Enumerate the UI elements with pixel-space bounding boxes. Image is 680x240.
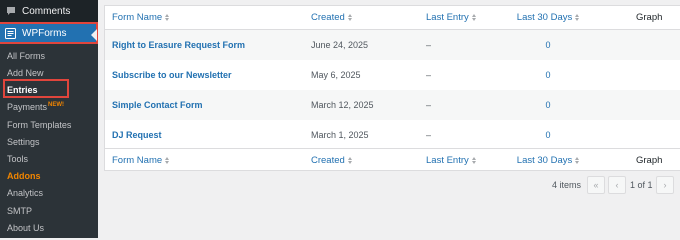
column-header-label: Last Entry: [426, 12, 469, 23]
created-date: May 6, 2025: [311, 70, 361, 80]
form-name-link[interactable]: Subscribe to our Newsletter: [112, 60, 232, 90]
column-header-label: Form Name: [112, 12, 163, 23]
column-header-graph: Graph: [636, 12, 663, 23]
table-row: Subscribe to our Newsletter May 6, 2025 …: [105, 60, 680, 90]
last-entry: –: [426, 40, 432, 50]
submenu-smtp[interactable]: SMTP: [7, 204, 32, 218]
last-30-days-count[interactable]: 0: [521, 60, 575, 90]
table-row: Right to Erasure Request Form June 24, 2…: [105, 30, 680, 60]
column-footer-last-entry[interactable]: Last Entry: [426, 149, 476, 171]
column-footer-label: Last 30 Days: [516, 154, 573, 166]
last-30-days-count[interactable]: 0: [521, 120, 575, 150]
table-row: DJ Request March 1, 2025 – 0: [105, 120, 680, 150]
column-footer-graph: Graph: [636, 154, 663, 166]
table-footer-row: Form Name Created Last Entry Last 30 Day…: [105, 148, 680, 171]
page-indicator: 1 of 1: [630, 180, 653, 190]
sort-icon: [471, 156, 476, 164]
new-badge: NEW!: [48, 102, 65, 108]
sort-icon: [575, 14, 580, 21]
last-30-days-count[interactable]: 0: [521, 30, 575, 60]
pagination: 4 items « ‹ 1 of 1 ›: [0, 176, 680, 196]
created-date: March 12, 2025: [311, 100, 374, 110]
last-30-days-count[interactable]: 0: [521, 90, 575, 120]
created-date: March 1, 2025: [311, 130, 369, 140]
column-footer-last-30-days[interactable]: Last 30 Days: [517, 149, 580, 171]
table-header-row: Form Name Created Last Entry Last 30 Day…: [105, 6, 680, 30]
admin-sidebar: Comments WPForms All Forms Add New Entri…: [0, 0, 98, 238]
last-entry: –: [426, 130, 432, 140]
sort-icon: [575, 156, 580, 164]
last-entry: –: [426, 100, 432, 110]
form-name-link[interactable]: Right to Erasure Request Form: [112, 30, 245, 60]
sort-icon: [165, 156, 170, 164]
prev-page-button[interactable]: ‹: [608, 176, 626, 194]
column-footer-label: Form Name: [112, 154, 163, 166]
items-count: 4 items: [552, 180, 582, 190]
sidebar-item-wpforms[interactable]: WPForms: [0, 22, 98, 44]
wpforms-icon: [5, 27, 16, 39]
last-entry: –: [426, 70, 432, 80]
next-page-button[interactable]: ›: [656, 176, 674, 194]
submenu-add-new[interactable]: Add New: [7, 66, 44, 80]
sort-icon: [471, 14, 476, 21]
column-footer-form-name[interactable]: Form Name: [112, 149, 170, 171]
column-header-last-entry[interactable]: Last Entry: [426, 6, 476, 29]
current-menu-arrow: [91, 29, 97, 41]
sort-icon: [347, 14, 352, 21]
sidebar-item-label: WPForms: [22, 27, 67, 39]
submenu-all-forms[interactable]: All Forms: [7, 49, 45, 63]
submenu-settings[interactable]: Settings: [7, 135, 40, 149]
column-footer-created[interactable]: Created: [311, 149, 352, 171]
column-header-form-name[interactable]: Form Name: [112, 6, 170, 29]
sort-icon: [165, 14, 170, 21]
forms-table: Form Name Created Last Entry Last 30 Day…: [104, 5, 680, 171]
submenu-tools[interactable]: Tools: [7, 152, 28, 166]
submenu-about-us[interactable]: About Us: [7, 221, 44, 235]
sidebar-item-label: Comments: [22, 5, 71, 17]
created-date: June 24, 2025: [311, 40, 369, 50]
comment-icon: [6, 6, 16, 16]
sidebar-item-comments[interactable]: Comments: [0, 0, 98, 22]
column-header-created[interactable]: Created: [311, 6, 352, 29]
entries-highlight-box: [3, 79, 69, 98]
column-header-label: Created: [311, 12, 345, 23]
sort-icon: [347, 156, 352, 164]
form-name-link[interactable]: DJ Request: [112, 120, 162, 150]
column-footer-label: Created: [311, 154, 345, 166]
submenu-payments-label: Payments: [7, 102, 48, 112]
column-header-last-30-days[interactable]: Last 30 Days: [517, 6, 580, 29]
table-row: Simple Contact Form March 12, 2025 – 0: [105, 90, 680, 120]
column-footer-label: Last Entry: [426, 154, 469, 166]
form-name-link[interactable]: Simple Contact Form: [112, 90, 203, 120]
column-header-label: Last 30 Days: [516, 12, 573, 23]
submenu-payments[interactable]: PaymentsNEW!: [7, 100, 64, 114]
first-page-button[interactable]: «: [587, 176, 605, 194]
submenu-form-templates[interactable]: Form Templates: [7, 118, 71, 132]
